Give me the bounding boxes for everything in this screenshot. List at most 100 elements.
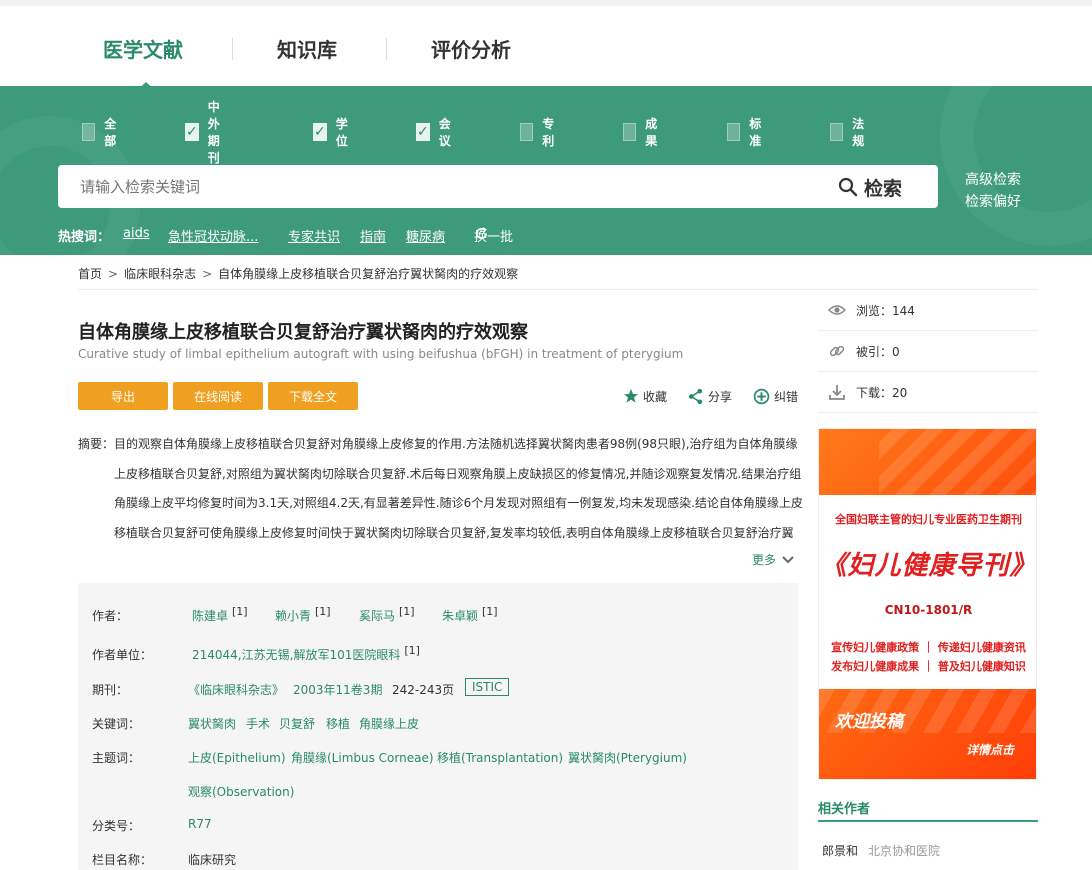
share-icon (688, 388, 703, 404)
correction-button[interactable]: 纠错 (753, 387, 798, 405)
subject-link[interactable]: 角膜缘(Limbus Corneae) (291, 749, 434, 766)
filter-label: 标准 (749, 117, 762, 148)
related-author-name[interactable]: 郎景和 (822, 844, 858, 858)
breadcrumb-home[interactable]: 首页 (78, 267, 102, 281)
checkbox-journals[interactable]: ✓ (185, 123, 199, 141)
journal-pages: 242-243页 (392, 683, 455, 697)
filter-conference[interactable]: ✓ 会议 (416, 117, 455, 148)
filter-standard[interactable]: 标准 (727, 117, 766, 148)
authors-label: 作者： (92, 609, 129, 623)
related-author-item: 郎景和 北京协和医院 (822, 842, 940, 859)
search-preference-link[interactable]: 检索偏好 (965, 191, 1021, 211)
checkbox-achievement[interactable] (623, 123, 637, 141)
breadcrumb-journal[interactable]: 临床眼科杂志 (124, 267, 196, 281)
abstract-label: 摘要： (78, 437, 115, 451)
author-entry: 赖小青 [1] (275, 605, 331, 624)
eye-icon (828, 305, 846, 315)
search-button[interactable]: 检索 (838, 175, 902, 200)
hot-word[interactable]: 指南 (360, 226, 386, 245)
search-icon (838, 177, 858, 197)
abstract-line: 移植联合贝复舒可使角膜缘上皮修复时间快于翼状胬肉切除联合贝复舒,复发率均较低,表… (114, 525, 794, 540)
keywords-label: 关键词： (92, 717, 141, 731)
breadcrumb-separator-icon: > (202, 267, 213, 281)
subject-link[interactable]: 上皮(Epithelium) (188, 749, 286, 766)
hot-word[interactable]: 急性冠状动脉... (168, 226, 258, 245)
more-abstract-button[interactable]: 更多 (752, 551, 795, 568)
tab-medical-literature[interactable]: 医学文献 (103, 34, 183, 63)
filter-patent[interactable]: 专利 (520, 117, 559, 148)
ad-slogan: 发布妇儿健康成果 ｜ 普及妇儿健康知识 (831, 660, 1026, 673)
refresh-hot-words-button[interactable]: 换一批 (474, 226, 513, 245)
ad-journal-name: 《妇儿健康导刊》 (820, 551, 1037, 581)
author-affiliation-ref: [1] (399, 605, 415, 618)
author-affiliation-ref: [1] (232, 605, 248, 618)
cited-stat: 被引：0 (818, 331, 1038, 372)
abstract-line: 角膜缘上皮平均修复时间为3.1天,对照组4.2天,有显著差异性.随诊6个月发现对… (114, 496, 803, 510)
search-button-label: 检索 (863, 177, 902, 200)
link-icon (829, 345, 845, 357)
subject-link[interactable]: 观察(Observation) (188, 783, 294, 800)
tab-knowledge-base[interactable]: 知识库 (277, 34, 337, 63)
checkbox-standard[interactable] (727, 123, 741, 141)
keyword-link[interactable]: 移植 (326, 715, 350, 732)
filter-degree[interactable]: ✓ 学位 (313, 117, 352, 148)
tab-divider (232, 38, 233, 60)
downloads-stat: 下载：20 (818, 372, 1038, 413)
affiliation-link[interactable]: 214044,江苏无锡,解放军101医院眼科 (192, 648, 400, 662)
top-nav: 医学文献 知识库 评价分析 (0, 0, 1092, 92)
journal-ad-banner[interactable]: 全国妇联主管的妇儿专业医药卫生期刊 《妇儿健康导刊》 CN10-1801/R 宣… (818, 428, 1037, 780)
ad-bottom-band: 欢迎投稿 详情点击 (819, 689, 1036, 779)
filter-achievement[interactable]: 成果 (623, 117, 662, 148)
class-number-link[interactable]: R77 (188, 817, 212, 831)
keyword-link[interactable]: 角膜缘上皮 (359, 715, 419, 732)
checkbox-degree[interactable]: ✓ (313, 123, 327, 141)
ad-slogan: 宣传妇儿健康政策 ｜ 传递妇儿健康资讯 (831, 641, 1026, 654)
journal-link[interactable]: 《临床眼科杂志》 (188, 681, 284, 698)
keyword-link[interactable]: 手术 (246, 715, 270, 732)
checkbox-patent[interactable] (520, 123, 534, 141)
article-title: 自体角膜缘上皮移植联合贝复舒治疗翼状胬肉的疗效观察 (78, 322, 528, 343)
hot-word[interactable]: aids (123, 226, 150, 241)
keyword-link[interactable]: 翼状胬肉 (188, 715, 236, 732)
subject-link[interactable]: 翼状胬肉(Pterygium) (568, 749, 687, 766)
related-authors-underline (818, 820, 1038, 822)
export-button[interactable]: 导出 (78, 382, 168, 410)
checkbox-conference[interactable]: ✓ (416, 123, 430, 141)
related-authors-title: 相关作者 (818, 802, 871, 817)
affiliation-ref: [1] (404, 644, 420, 657)
author-link[interactable]: 陈建卓 (192, 609, 228, 623)
download-fulltext-button[interactable]: 下载全文 (268, 382, 358, 410)
refresh-label: 换一批 (474, 230, 514, 245)
filter-regulation[interactable]: 法规 (830, 117, 869, 148)
downloads-count: 下载：20 (856, 385, 908, 400)
hot-word[interactable]: 糖尿病 (406, 226, 445, 245)
affiliation-label: 作者单位： (92, 648, 153, 662)
subject-link[interactable]: 移植(Transplantation) (437, 749, 563, 766)
checkbox-regulation[interactable] (830, 123, 844, 141)
download-icon (829, 385, 845, 400)
author-link[interactable]: 朱卓颖 (442, 609, 478, 623)
breadcrumb-current: 自体角膜缘上皮移植联合贝复舒治疗翼状胬肉的疗效观察 (218, 267, 519, 281)
ad-detail-link[interactable]: 详情点击 (966, 741, 1014, 758)
views-stat: 浏览：144 (818, 290, 1038, 331)
filter-journals[interactable]: ✓ 中外期刊 (185, 100, 224, 165)
correction-icon (753, 388, 770, 404)
more-label: 更多 (752, 553, 777, 567)
author-link[interactable]: 赖小青 (275, 609, 311, 623)
search-input[interactable] (80, 165, 800, 208)
istic-badge: ISTIC (465, 678, 510, 696)
keyword-link[interactable]: 贝复舒 (279, 715, 315, 732)
journal-issue-link[interactable]: 2003年11卷3期 (293, 681, 382, 698)
share-button[interactable]: 分享 (687, 387, 732, 405)
views-count: 浏览：144 (856, 303, 915, 318)
hot-word[interactable]: 专家共识 (288, 226, 340, 245)
advanced-search-link[interactable]: 高级检索 (965, 169, 1021, 189)
checkbox-all[interactable] (82, 123, 96, 141)
author-link[interactable]: 奚际马 (359, 609, 395, 623)
favorite-label: 收藏 (643, 389, 668, 404)
filter-all[interactable]: 全部 (82, 117, 121, 148)
tab-divider (386, 38, 387, 60)
favorite-button[interactable]: 收藏 (623, 387, 667, 405)
tab-evaluation-analysis[interactable]: 评价分析 (431, 34, 511, 63)
read-online-button[interactable]: 在线阅读 (173, 382, 263, 410)
